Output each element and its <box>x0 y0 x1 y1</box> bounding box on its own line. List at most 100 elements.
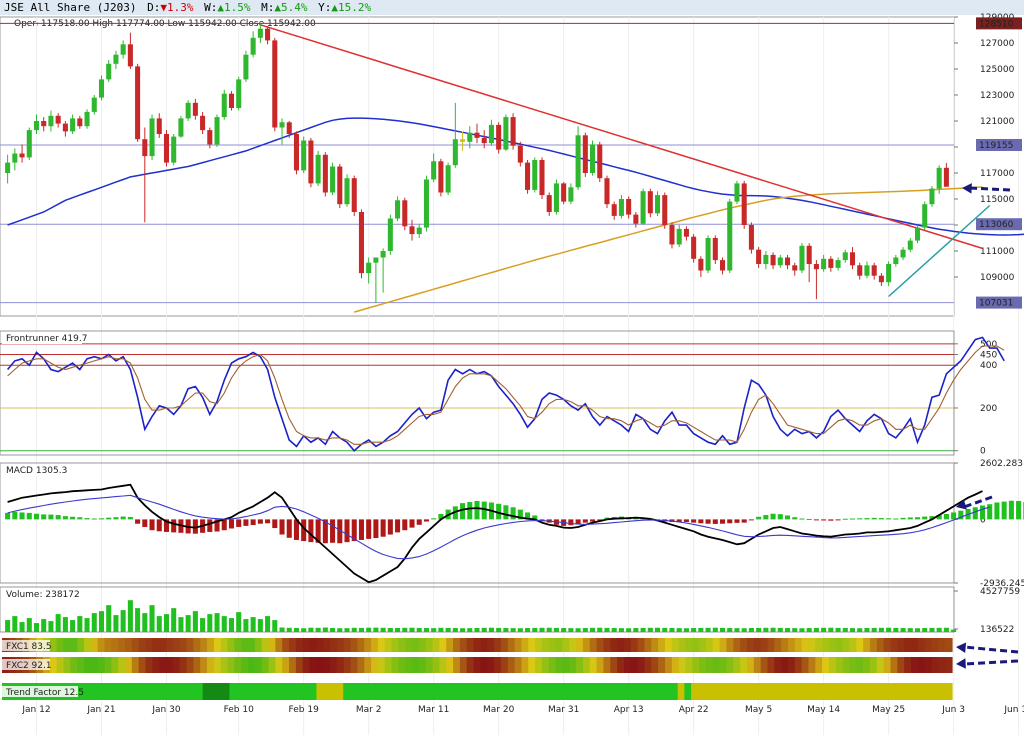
candle-body <box>91 97 97 112</box>
fxc2-cell <box>248 657 256 673</box>
trend-factor-cell <box>155 683 164 700</box>
volume-bar <box>308 627 314 632</box>
trend-factor-cell <box>644 683 652 700</box>
price-tick-label: 121000 <box>980 117 1015 127</box>
macd-histogram-bar <box>250 519 256 526</box>
candle-body <box>344 178 350 205</box>
fxc2-cell <box>131 657 140 673</box>
volume-bar <box>597 627 603 632</box>
candle-body <box>416 227 422 235</box>
trend-factor-cell <box>497 683 505 700</box>
fxc1-cell <box>302 638 311 652</box>
fxc2-cell <box>822 657 830 673</box>
fxc2-cell <box>617 657 625 673</box>
volume-bar <box>163 614 170 632</box>
fxc2-cell <box>384 657 393 673</box>
candle-body <box>719 260 726 271</box>
volume-bar <box>98 611 105 632</box>
fxc1-cell <box>603 638 611 652</box>
macd-histogram-bar <box>886 518 892 520</box>
fxc1-cell <box>835 638 844 652</box>
chart-area[interactable]: Open 117518.00 High 117774.00 Low 115942… <box>0 0 1024 735</box>
trend-factor-cell <box>162 683 170 700</box>
fxc2-cell <box>869 657 878 673</box>
trend-factor-cell <box>470 683 478 700</box>
trend-factor-cell <box>764 683 772 700</box>
macd-histogram-bar <box>221 519 227 531</box>
macd-histogram-bar <box>987 504 993 520</box>
macd-histogram-bar <box>142 519 148 527</box>
fxc2-cell <box>507 657 516 673</box>
candle-body <box>597 144 603 179</box>
fxc2-cell <box>234 657 242 673</box>
volume-bar <box>561 628 567 632</box>
indicator-bands[interactable]: FXC1 83.5 FXC2 92.1 Trend Factor 12.5 <box>2 638 953 700</box>
candle-body <box>62 123 68 132</box>
fxc2-cell <box>459 657 468 673</box>
fxc2-cell <box>172 657 181 673</box>
candle-body <box>698 258 704 271</box>
macd-histogram-bar <box>330 519 336 543</box>
volume-bar <box>77 616 83 632</box>
volume-bar <box>893 627 899 632</box>
volume-bar <box>568 628 574 632</box>
fxc1-cell <box>412 638 420 652</box>
macd-histogram-bar <box>813 519 819 521</box>
fxc2-cell <box>897 657 905 673</box>
candle-body <box>488 124 494 144</box>
fxc2-cell <box>364 657 372 673</box>
volume-bar <box>344 628 350 632</box>
candle-body <box>5 162 11 173</box>
price-tick-label: 117000 <box>980 169 1015 179</box>
fxc1-cell <box>801 638 810 652</box>
trend-factor-cell <box>610 683 619 700</box>
volume-label: Volume: 238172 <box>6 590 80 600</box>
fxc1-cell <box>569 638 577 652</box>
volume-bar <box>488 627 494 632</box>
fxc1-cell <box>781 638 789 652</box>
fxc1-cell <box>261 638 270 652</box>
trend-factor-cell <box>229 683 237 700</box>
fxc2-cell <box>815 657 823 673</box>
fxc2-cell <box>377 657 386 673</box>
trend-factor-cell <box>818 683 826 700</box>
fxc1-cell <box>644 638 652 652</box>
candle-body <box>55 115 61 124</box>
candle-body <box>784 257 791 266</box>
trend-factor-cell <box>871 683 880 700</box>
fxc1-cell <box>726 638 734 652</box>
candle-body <box>77 118 83 127</box>
trend-factor-cell <box>129 683 137 700</box>
volume-bar <box>243 619 249 632</box>
fxc1-cell <box>466 638 475 652</box>
volume-bar <box>387 628 393 632</box>
x-tick-label: May 5 <box>745 705 772 715</box>
fxc1-cell <box>439 638 447 652</box>
fxc2-cell <box>740 657 748 673</box>
candle-body <box>835 260 841 268</box>
fxc2-cell <box>193 657 201 673</box>
candle-body <box>582 135 588 173</box>
fxc2-cell <box>179 657 188 673</box>
candle-body <box>243 54 249 80</box>
macd-histogram-bar <box>12 511 18 520</box>
trend-factor-cell <box>844 683 853 700</box>
trend-factor-cell <box>771 683 779 700</box>
macd-histogram-bar <box>460 503 466 520</box>
macd-histogram-bar <box>893 518 899 520</box>
fxc2-cell <box>84 657 92 673</box>
trend-factor-cell <box>891 683 900 700</box>
volume-bar <box>26 618 32 632</box>
candle-body <box>691 236 697 259</box>
fxc1-cell <box>719 638 728 652</box>
volume-bar <box>272 620 278 632</box>
fxc1-cell <box>808 638 816 652</box>
trend-factor-cell <box>918 683 926 700</box>
trend-factor-cell <box>791 683 799 700</box>
fxc2-cell <box>473 657 482 673</box>
volume-bar <box>33 623 40 632</box>
fxc1-cell <box>617 638 625 652</box>
fxc2-cell <box>705 657 714 673</box>
trend-factor-cell <box>289 683 297 700</box>
fxc2-cell <box>500 657 509 673</box>
